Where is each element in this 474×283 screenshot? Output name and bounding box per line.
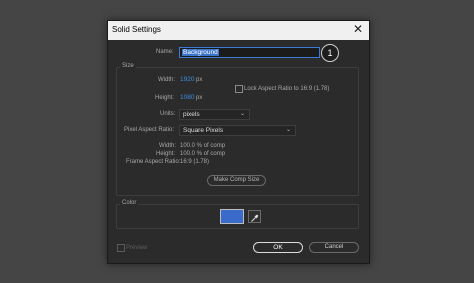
color-swatch[interactable] [220, 209, 244, 224]
units-value: pixels [183, 111, 200, 118]
frame-aspect-label: Frame Aspect Ratio: [126, 159, 181, 165]
width-label: Width: [158, 77, 176, 83]
pixel-aspect-value: Square Pixels [183, 127, 224, 134]
pixel-aspect-label: Pixel Aspect Ratio: [124, 127, 175, 133]
info-height-label: Height: [156, 151, 176, 157]
size-section-label: Size [120, 63, 136, 69]
height-unit: px [196, 95, 203, 101]
info-height-value: 100.0 % of comp [180, 151, 226, 157]
lock-aspect-checkbox[interactable] [235, 85, 243, 93]
height-label: Height: [155, 95, 175, 101]
name-input[interactable]: Background [179, 47, 320, 58]
make-comp-size-button[interactable]: Make Comp Size [207, 175, 266, 186]
color-section-label: Color [120, 200, 139, 206]
preview-label: Preview [126, 245, 148, 251]
cancel-button[interactable]: Cancel [309, 242, 359, 253]
name-label: Name: [156, 49, 174, 55]
step-badge: 1 [321, 44, 339, 62]
lock-aspect-label: Lock Aspect Ratio to 16:9 (1.78) [244, 86, 330, 92]
width-value[interactable]: 1920 [180, 76, 194, 83]
width-unit: px [196, 77, 203, 83]
info-width-value: 100.0 % of comp [180, 143, 226, 149]
solid-settings-dialog: Solid Settings ✕ Name: Background 1 Size… [107, 20, 370, 264]
dialog-title: Solid Settings [112, 25, 161, 34]
frame-aspect-value: 16:9 (1.78) [180, 159, 210, 165]
eyedropper-button[interactable] [248, 210, 261, 223]
units-label: Units: [160, 111, 176, 117]
chevron-down-icon: ⌄ [239, 111, 245, 117]
chevron-down-icon: ⌄ [285, 127, 291, 133]
name-input-value: Background [182, 49, 219, 56]
preview-checkbox[interactable] [117, 244, 125, 252]
ok-button[interactable]: OK [253, 242, 303, 253]
dialog-titlebar: Solid Settings ✕ [108, 21, 369, 40]
height-value[interactable]: 1080 [180, 94, 194, 101]
eyedropper-icon [251, 214, 259, 222]
units-dropdown[interactable]: pixels ⌄ [179, 109, 250, 120]
pixel-aspect-dropdown[interactable]: Square Pixels ⌄ [179, 125, 296, 136]
close-icon[interactable]: ✕ [353, 22, 363, 36]
info-width-label: Width: [159, 143, 177, 149]
